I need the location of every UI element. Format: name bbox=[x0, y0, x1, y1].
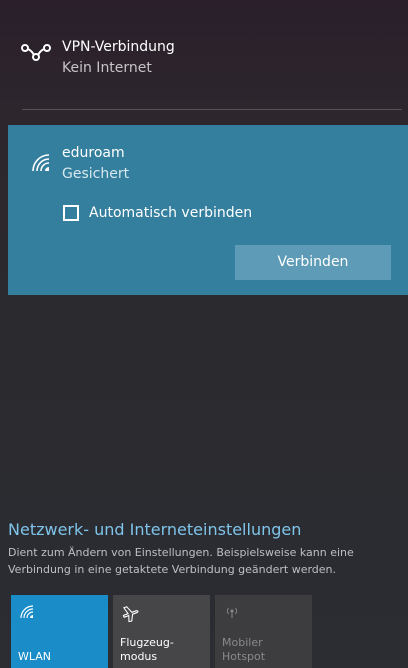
airplane-mode-tile[interactable]: Flugzeug- modus bbox=[113, 595, 210, 668]
wlan-tile-label: WLAN bbox=[18, 650, 52, 663]
airplane-mode-tile-label: Flugzeug- modus bbox=[120, 636, 174, 663]
network-name: eduroam bbox=[62, 145, 125, 161]
vpn-status: Kein Internet bbox=[62, 60, 152, 76]
auto-connect-checkbox[interactable]: Automatisch verbinden bbox=[63, 202, 252, 224]
network-item-eduroam[interactable]: eduroam Gesichert Automatisch verbinden … bbox=[8, 125, 408, 295]
divider bbox=[22, 109, 402, 110]
wifi-icon bbox=[30, 152, 52, 174]
quick-actions: WLAN Flugzeug- modus Mobiler Hotspot bbox=[11, 595, 313, 668]
wifi-icon bbox=[19, 604, 35, 624]
vpn-connection-item[interactable]: VPN-Verbindung Kein Internet bbox=[0, 0, 408, 96]
network-settings-link[interactable]: Netzwerk- und Interneteinstellungen bbox=[8, 520, 301, 540]
network-settings-description: Dient zum Ändern von Einstellungen. Beis… bbox=[8, 546, 354, 576]
network-status: Gesichert bbox=[62, 166, 130, 182]
checkbox-box[interactable] bbox=[63, 205, 79, 221]
vpn-title: VPN-Verbindung bbox=[62, 39, 175, 55]
mobile-hotspot-tile[interactable]: Mobiler Hotspot bbox=[215, 595, 312, 668]
airplane-icon bbox=[121, 604, 139, 626]
hotspot-icon bbox=[223, 604, 241, 624]
auto-connect-label: Automatisch verbinden bbox=[89, 205, 253, 221]
mobile-hotspot-tile-label: Mobiler Hotspot bbox=[222, 636, 266, 663]
connect-button[interactable]: Verbinden bbox=[235, 245, 391, 280]
wlan-tile[interactable]: WLAN bbox=[11, 595, 108, 668]
network-flyout: VPN-Verbindung Kein Internet eduroam Ges… bbox=[0, 0, 408, 668]
vpn-icon bbox=[21, 42, 51, 62]
